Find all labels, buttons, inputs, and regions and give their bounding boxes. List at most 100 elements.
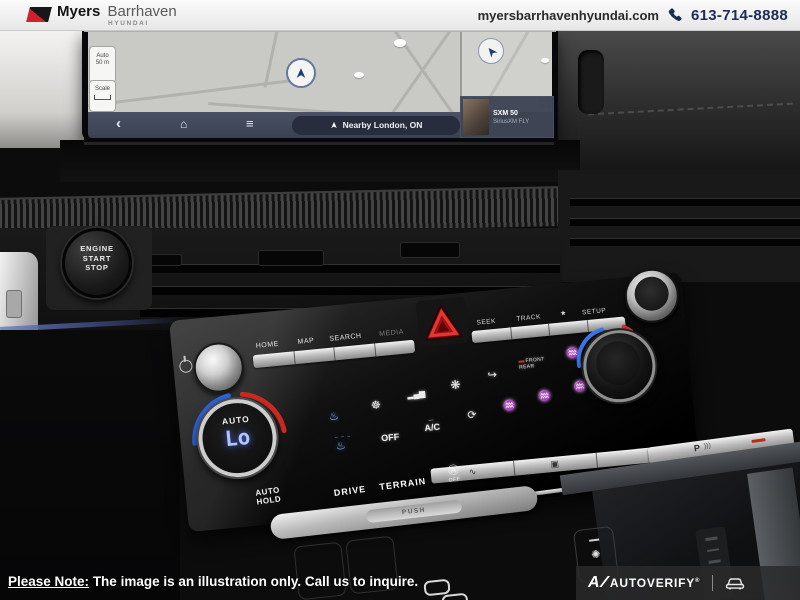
vehicle-position-icon [286,58,316,88]
recirculation-icon: ⟳ [467,408,477,422]
ac-label: —A/C [424,418,441,433]
car-icon [725,577,745,590]
switch-dash-icon [705,536,717,540]
seat-vent-icon: – – –♨ [335,434,353,452]
parking-sensor-led [751,438,765,443]
lower-left-shadow [0,330,180,600]
media-station: SXM 50 [493,110,529,117]
nav-arrow-icon [330,121,338,129]
push-label: PUSH [402,507,427,517]
fan-icon: ❋ [450,378,461,393]
map-marker [541,58,549,63]
map-marker [354,72,364,78]
engine-button-line2: START [65,254,129,264]
dimmer-dash-icon [589,539,599,542]
climate-off-label: OFF [381,432,400,444]
temp-display: Lo [202,423,274,454]
dealer-brand: HYUNDAI [108,20,149,27]
map-search-text: Nearby London, ON [343,120,423,130]
vent-adjuster-tab [400,242,460,258]
hazard-triangle-icon [421,302,464,342]
dash-left-highlight [0,30,84,148]
engine-button-line3: STOP [65,263,129,273]
dash-reflection-line [84,142,554,145]
compass-arrow-icon [478,38,504,64]
parking-sensor-icon: P [693,443,700,454]
favorite-star-key-label: ★ [560,309,568,318]
vent-adjuster-tab [258,250,324,266]
seat-heat-icon: ♨ [328,409,339,423]
air-mode-icon: ↪ [487,368,497,382]
vehicle-interior-photo: Auto 50 m Scale Auto 50 m [0,30,800,600]
vent-slat [570,238,800,246]
engine-button-line1: ENGINE [65,244,129,254]
vent-slat [570,198,800,206]
vent-adjuster-tab [150,254,182,266]
hazard-button [415,297,469,348]
map-scale-ruler-icon [94,95,111,100]
map-auto-value: 50 m [90,60,115,67]
switch-dash-icon [709,559,721,563]
map-auto-zoom-button: Auto 50 m [89,46,116,83]
dash-trim-recess [578,50,604,114]
media-channel: SiriusXM FLY [493,119,529,125]
disclaimer-note: Please Note: The image is an illustratio… [8,574,418,589]
map-search-pill: Nearby London, ON [292,116,460,135]
autoverify-label: AUTOVERIFY® [610,576,700,590]
left-trim-notch [6,290,22,318]
fan-speed-icon: ▂▄▆ [407,389,426,400]
badge-divider [712,575,713,591]
menu-icon: ≡ [246,116,254,131]
front-indicator [518,360,524,363]
map-scale-label: Scale [90,86,115,93]
registered-mark: ® [695,578,700,584]
dash-right-leather [558,30,800,172]
dash-shadow-band [60,140,580,182]
dealer-name: Myers Barrhaven [57,3,177,20]
right-air-vent [558,170,800,282]
autoverify-a-icon: A [588,574,600,592]
map-scale-button: Scale [89,80,116,112]
switch-dash-icon [707,548,719,552]
passenger-temp-knob-cap [594,339,642,387]
hill-descent-icon: ∿ [468,466,477,478]
engine-start-stop-button: ENGINE START STOP [62,228,132,298]
phone-icon [667,7,683,23]
auto-hold-button: AUTO HOLD [255,486,282,506]
side-defrost-icon: ♒ [573,379,588,393]
map-auto-label: Auto [90,53,115,60]
myers-logo-icon [26,7,52,22]
rear-defrost-icon: ♒ [537,389,552,403]
map-road [264,32,279,88]
dealer-name-secondary: Barrhaven [108,3,177,20]
back-icon: ‹ [116,115,121,132]
autoverify-badge[interactable]: A ∕∕ AUTOVERIFY® [576,566,800,600]
map-marker [394,39,406,47]
dash-stitching [588,103,793,116]
vent-slat [570,218,800,226]
disclaimer-text: The image is an illustration only. Call … [93,574,418,589]
dealer-phone-link[interactable]: 613-714-8888 [691,7,788,24]
bulb-icon: ✺ [591,548,602,561]
usb-c-port-icon [423,579,450,597]
disclaimer-label: Please Note: [8,574,89,589]
home-icon: ⌂ [180,117,187,131]
dealer-website-link[interactable]: myersbarrhavenhyundai.com [478,8,659,23]
parking-sensor-waves-icon: ))) [703,442,711,450]
steering-heat-icon: ☸ [370,398,381,412]
windshield-defrost-icon: ♒ [502,398,517,412]
push-button: PUSH [366,499,463,523]
console-button [293,542,346,600]
map-road [88,79,291,108]
map-road [208,102,378,112]
dealer-vehicle-photo-page: Myers Barrhaven HYUNDAI myersbarrhavenhy… [0,0,800,600]
dealer-contact: myersbarrhavenhyundai.com 613-714-8888 [478,0,788,30]
camera-icon: ▣ [550,458,560,470]
vent-slat [140,264,560,273]
album-art [463,99,489,135]
dealer-header-bar: Myers Barrhaven HYUNDAI myersbarrhavenhy… [0,0,800,31]
autoverify-slashes-icon: ∕∕ [603,574,604,592]
tune-knob-cap [633,275,670,312]
now-playing-widget: SXM 50 SiriusXM FLY [460,96,554,138]
dealer-name-primary: Myers [57,3,100,20]
